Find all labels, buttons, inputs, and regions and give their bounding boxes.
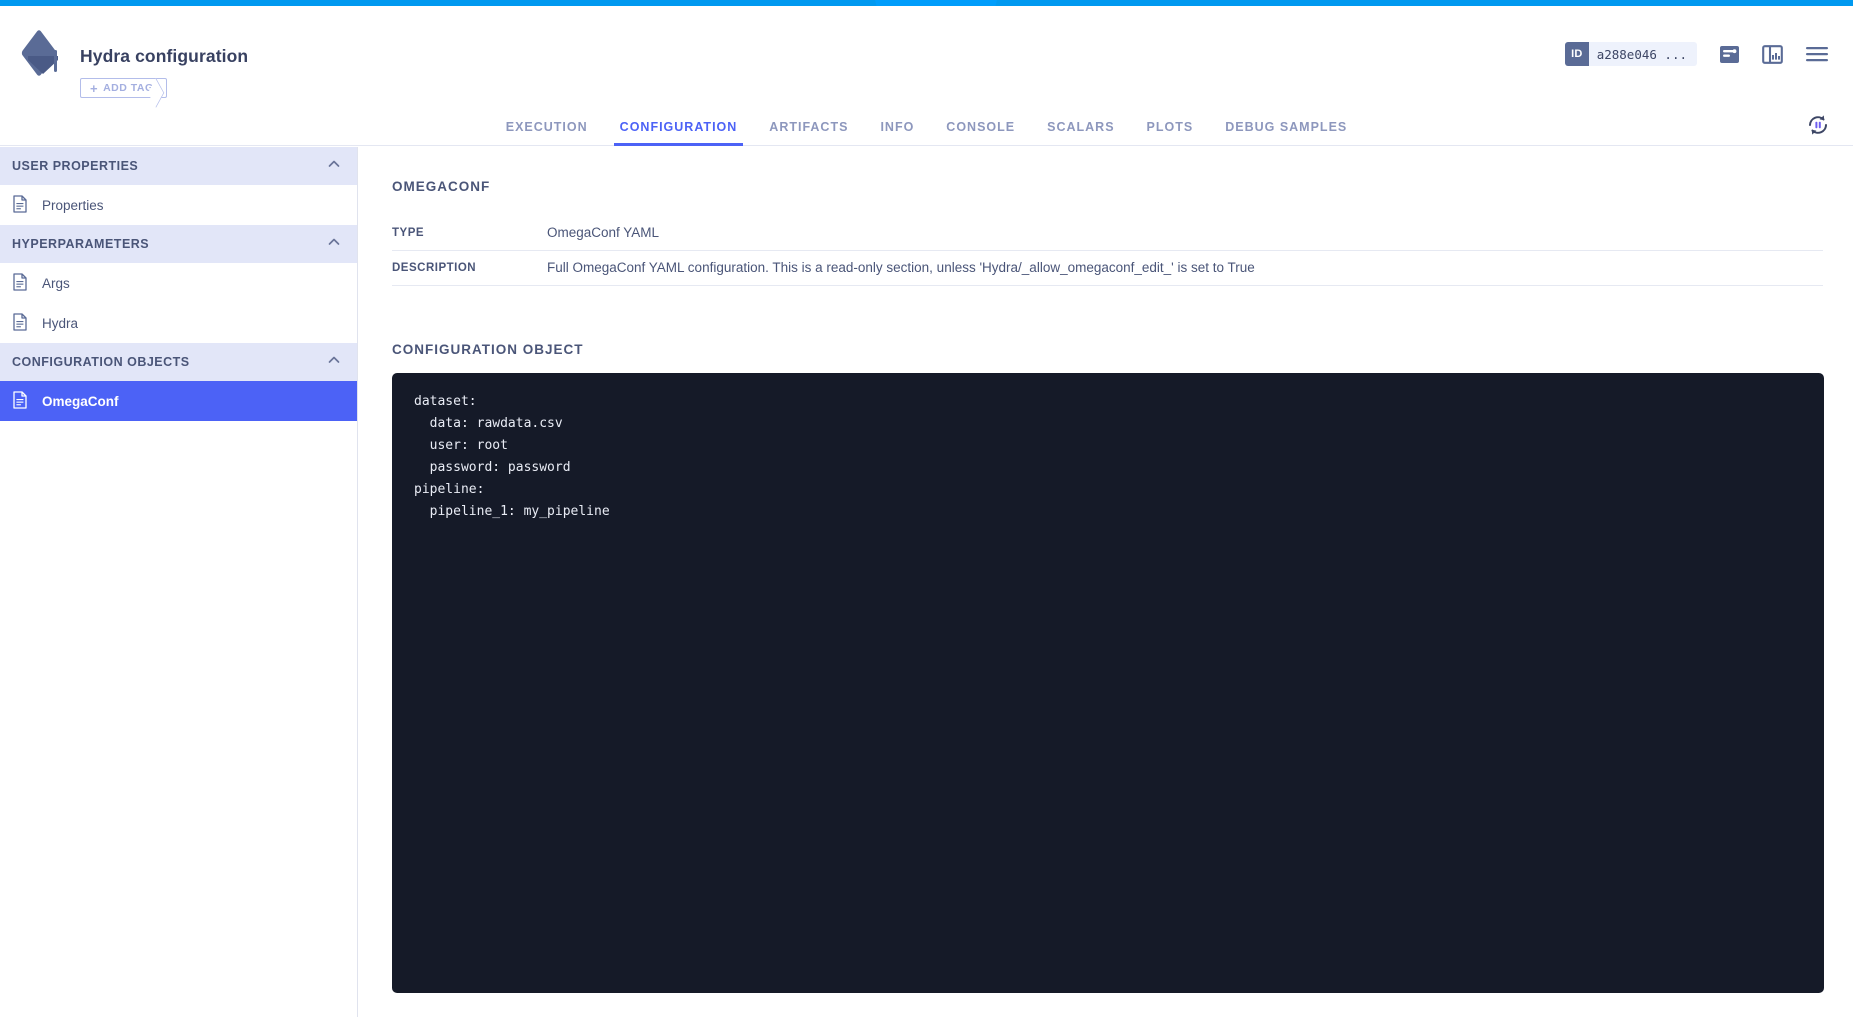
configuration-code-block[interactable]: dataset: data: rawdata.csv user: root pa… (392, 373, 1824, 993)
details-panel-icon[interactable] (1719, 44, 1740, 65)
sidebar-item-omegaconf[interactable]: OmegaConf (0, 381, 357, 421)
document-icon (12, 390, 28, 412)
tab-label: ARTIFACTS (769, 120, 849, 134)
sidebar-item-label: Hydra (42, 315, 79, 331)
sidebar-item-label: OmegaConf (42, 393, 119, 409)
configuration-yaml-text: dataset: data: rawdata.csv user: root pa… (414, 394, 610, 519)
page-title: Hydra configuration (80, 46, 249, 66)
meta-row: DESCRIPTION Full OmegaConf YAML configura… (392, 251, 1823, 286)
split-view-icon[interactable] (1762, 44, 1783, 65)
id-label: ID (1565, 42, 1589, 66)
sidebar-section-label: USER PROPERTIES (12, 159, 139, 173)
meta-table: TYPE OmegaConf YAML DESCRIPTION Full OmegaC… (392, 216, 1823, 286)
tab-artifacts[interactable]: ARTIFACTS (753, 120, 864, 145)
tab-label: CONSOLE (946, 120, 1016, 134)
meta-value: OmegaConf YAML (547, 225, 660, 240)
configuration-object-title: CONFIGURATION OBJECT (392, 342, 584, 357)
tab-label: CONFIGURATION (619, 120, 738, 134)
chevron-up-icon[interactable] (327, 353, 341, 372)
sidebar-section-hyperparameters[interactable]: HYPERPARAMETERS (0, 225, 357, 263)
tab-label: EXECUTION (505, 120, 588, 134)
tab-console[interactable]: CONSOLE (930, 120, 1031, 145)
chevron-up-icon[interactable] (327, 157, 341, 176)
add-tag-button[interactable]: + ADD TAG (80, 78, 167, 98)
meta-key: TYPE (392, 227, 425, 239)
sidebar-section-label: HYPERPARAMETERS (12, 237, 150, 251)
auto-refresh-paused-icon[interactable] (1805, 112, 1831, 138)
experiment-id-chip[interactable]: ID a288e046 ... (1565, 42, 1697, 66)
meta-row: TYPE OmegaConf YAML (392, 216, 1823, 251)
meta-value: Full OmegaConf YAML configuration. This … (547, 260, 1255, 275)
tab-plots[interactable]: PLOTS (1131, 120, 1210, 145)
tab-debug-samples[interactable]: DEBUG SAMPLES (1209, 120, 1363, 145)
section-title: OMEGACONF (392, 179, 491, 194)
document-icon (12, 194, 28, 216)
tab-bar: EXECUTION CONFIGURATION ARTIFACTS INFO CONSO… (0, 106, 1853, 146)
document-icon (12, 272, 28, 294)
id-value: a288e046 ... (1596, 46, 1687, 62)
tab-configuration[interactable]: CONFIGURATION (604, 120, 754, 146)
plus-icon: + (90, 80, 99, 96)
sidebar-item-properties[interactable]: Properties (0, 185, 357, 225)
sidebar-item-label: Properties (42, 197, 104, 213)
sidebar-section-label: CONFIGURATION OBJECTS (12, 355, 190, 369)
sidebar-item-args[interactable]: Args (0, 263, 357, 303)
tab-label: INFO (880, 120, 915, 134)
tab-label: SCALARS (1047, 120, 1115, 134)
header-controls: ID a288e046 ... (1565, 42, 1829, 66)
tab-info[interactable]: INFO (864, 120, 930, 145)
hamburger-menu-icon[interactable] (1805, 44, 1829, 64)
chevron-up-icon[interactable] (327, 235, 341, 254)
sidebar-item-label: Args (42, 275, 70, 291)
document-icon (12, 312, 28, 334)
graduation-cap-icon (20, 28, 68, 78)
add-tag-label: ADD TAG (103, 82, 154, 94)
configuration-sidebar[interactable]: USER PROPERTIES Properties HYPERPARAMETERS… (0, 147, 358, 1017)
sidebar-section-configuration-objects[interactable]: CONFIGURATION OBJECTS (0, 343, 357, 381)
tab-label: DEBUG SAMPLES (1225, 120, 1348, 134)
sidebar-item-hydra[interactable]: Hydra (0, 303, 357, 343)
tab-label: PLOTS (1146, 120, 1194, 134)
sidebar-section-user-properties[interactable]: USER PROPERTIES (0, 147, 357, 185)
tab-execution[interactable]: EXECUTION (490, 120, 604, 145)
page-header: Hydra configuration + ADD TAG ID a288e04… (0, 6, 1853, 106)
tab-scalars[interactable]: SCALARS (1031, 120, 1130, 145)
main-content: OMEGACONF TYPE OmegaConf YAML DESCRIPTION F… (359, 147, 1853, 1017)
meta-key: DESCRIPTION (392, 262, 477, 274)
